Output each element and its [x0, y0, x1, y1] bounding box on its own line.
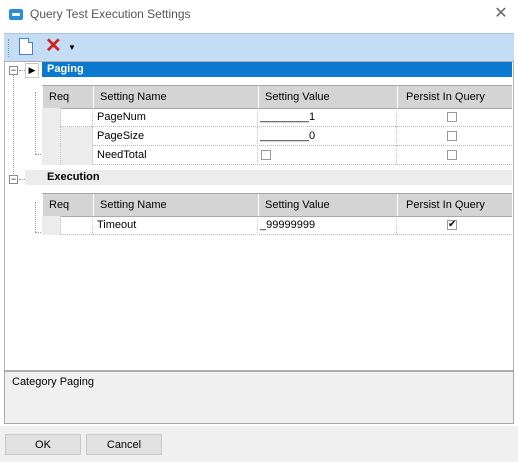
category-label: Paging — [47, 63, 84, 75]
column-header-setting-value[interactable]: Setting Value — [258, 86, 397, 108]
app-icon — [9, 9, 23, 20]
delete-icon[interactable]: ✕ — [45, 35, 62, 57]
table-row[interactable]: Timeout _99999999 ✔ — [42, 216, 512, 235]
category-label: Execution — [47, 171, 100, 183]
window-title: Query Test Execution Settings — [30, 7, 191, 21]
cancel-button[interactable]: Cancel — [86, 434, 162, 455]
setting-value-input[interactable]: _99999999 — [258, 216, 397, 235]
persist-checkbox[interactable] — [447, 112, 457, 122]
persist-checkbox[interactable] — [447, 150, 457, 160]
tree-line — [35, 92, 36, 154]
toolbar-grip[interactable] — [8, 39, 11, 57]
persist-checkbox-checked[interactable]: ✔ — [447, 220, 457, 230]
description-text: Category Paging — [12, 376, 94, 388]
column-header-setting-name[interactable]: Setting Name — [93, 194, 258, 216]
setting-value-checkbox[interactable] — [261, 150, 271, 160]
req-cell — [61, 127, 93, 146]
collapse-execution-icon[interactable]: − — [9, 175, 18, 184]
req-cell — [61, 146, 93, 165]
settings-grid: − ▶ Paging Req Setting Name Setting Valu… — [4, 61, 514, 371]
new-document-icon[interactable] — [19, 38, 33, 55]
req-cell — [61, 216, 93, 235]
req-cell — [61, 108, 93, 127]
grid-header: Req Setting Name Setting Value Persist I… — [42, 193, 512, 217]
setting-value-input[interactable]: ________1 — [258, 108, 397, 127]
description-panel: Category Paging — [4, 371, 514, 424]
title-bar: Query Test Execution Settings ✕ — [0, 0, 518, 30]
setting-value-input[interactable]: ________0 — [258, 127, 397, 146]
column-header-req[interactable]: Req — [42, 194, 93, 216]
close-button[interactable]: ✕ — [490, 3, 512, 25]
category-row-paging[interactable]: Paging — [42, 62, 512, 77]
category-row-execution[interactable]: Execution — [25, 170, 512, 185]
column-header-persist[interactable]: Persist In Query — [397, 86, 512, 108]
column-header-setting-value[interactable]: Setting Value — [258, 194, 397, 216]
setting-name: NeedTotal — [93, 146, 258, 165]
toolbar: ✕ ▼ — [4, 33, 514, 61]
dropdown-arrow-icon[interactable]: ▼ — [68, 43, 76, 52]
collapse-paging-icon[interactable]: − — [9, 66, 18, 75]
row-pointer-icon: ▶ — [25, 63, 39, 78]
grid-header: Req Setting Name Setting Value Persist I… — [42, 85, 512, 109]
ok-button[interactable]: OK — [5, 434, 81, 455]
setting-name: Timeout — [93, 216, 258, 235]
table-row[interactable]: PageNum ________1 — [42, 108, 512, 127]
persist-checkbox[interactable] — [447, 131, 457, 141]
table-row[interactable]: PageSize ________0 — [42, 127, 512, 146]
setting-name: PageSize — [93, 127, 258, 146]
setting-name: PageNum — [93, 108, 258, 127]
column-header-setting-name[interactable]: Setting Name — [93, 86, 258, 108]
table-row[interactable]: NeedTotal — [42, 146, 512, 165]
tree-line — [35, 202, 36, 232]
column-header-persist[interactable]: Persist In Query — [397, 194, 512, 216]
column-header-req[interactable]: Req — [42, 86, 93, 108]
tree-line — [13, 72, 14, 180]
